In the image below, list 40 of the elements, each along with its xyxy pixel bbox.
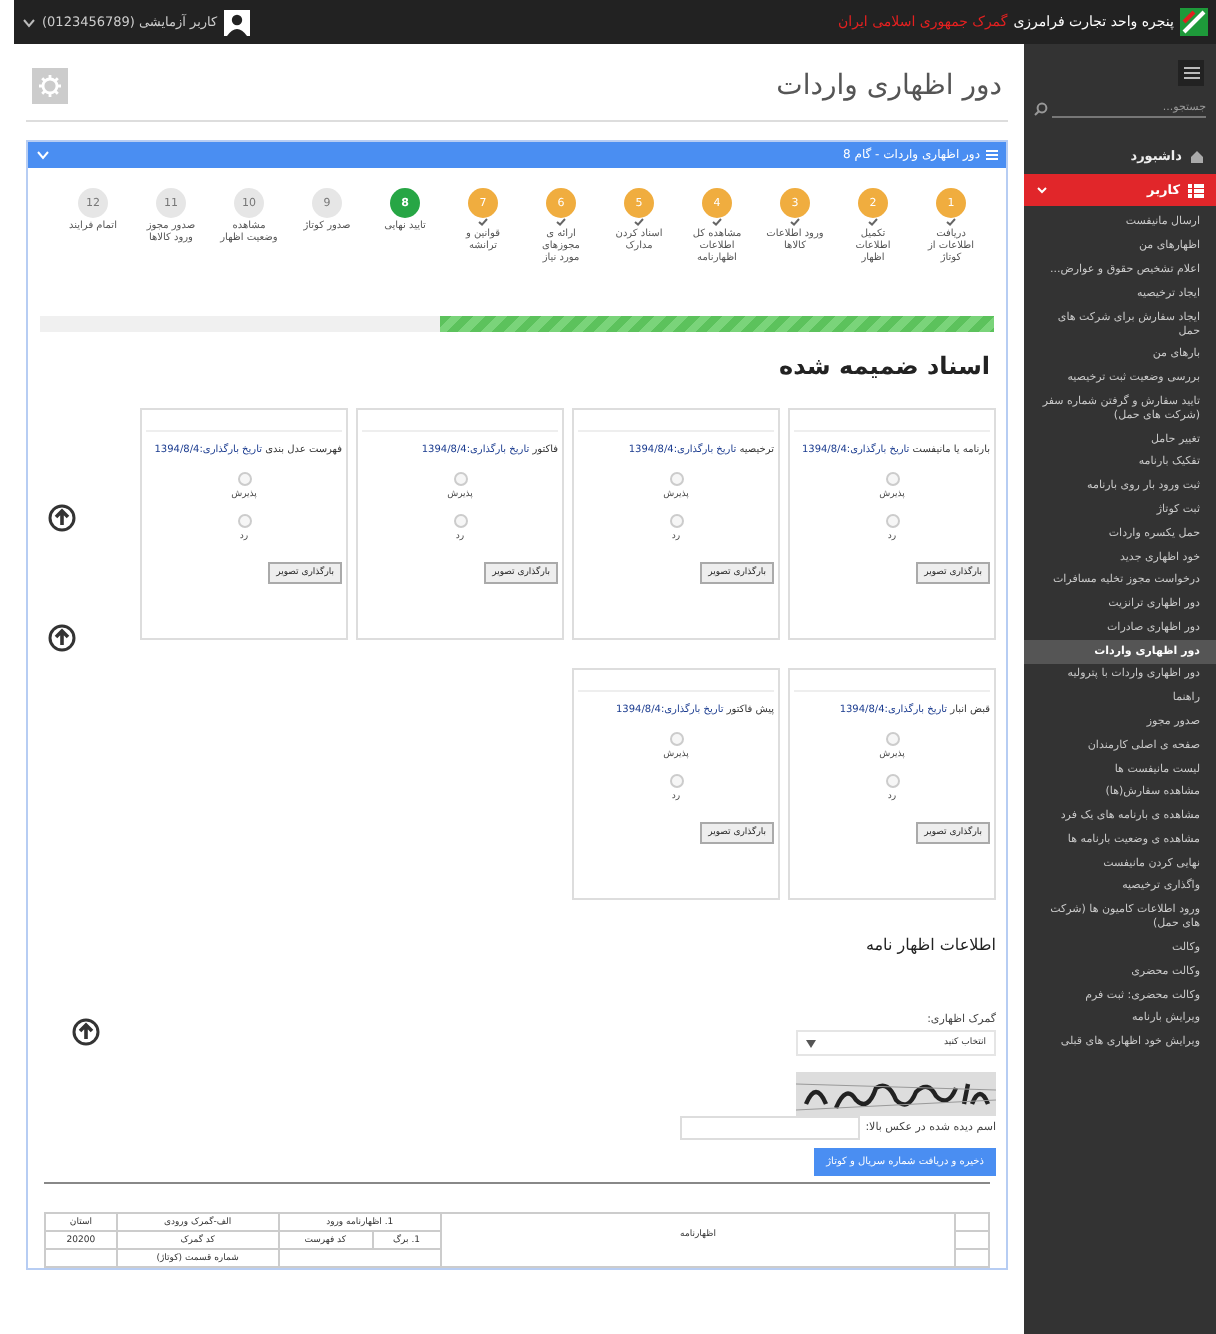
radio-button[interactable] — [237, 471, 251, 485]
menu-icon — [1183, 66, 1199, 80]
radio-button[interactable] — [885, 773, 899, 787]
menu-button[interactable] — [1178, 60, 1204, 86]
radio-button[interactable] — [885, 731, 899, 745]
captcha-input[interactable] — [679, 1116, 860, 1140]
radio-button[interactable] — [669, 731, 683, 745]
radio-button[interactable] — [669, 471, 683, 485]
page-title: دور اظهاری واردات — [776, 70, 1002, 102]
chevron-icon[interactable] — [36, 150, 50, 160]
check-icon — [790, 218, 800, 226]
check-icon — [946, 218, 956, 226]
check-icon — [712, 218, 722, 226]
list-icon — [1188, 183, 1204, 197]
caret-icon — [806, 1039, 816, 1047]
home-icon — [1190, 149, 1204, 163]
radio-button[interactable] — [669, 513, 683, 527]
caret-icon — [1036, 186, 1048, 194]
caret-icon[interactable] — [22, 17, 36, 27]
avatar-icon[interactable] — [223, 9, 250, 35]
section-heading: اطلاعات اظهار نامه — [865, 936, 996, 954]
section-heading: اسناد ضمیمه شده — [776, 352, 990, 380]
radio-button[interactable] — [885, 471, 899, 485]
search-icon — [1034, 101, 1048, 115]
radio-button[interactable] — [453, 513, 467, 527]
scroll-up-icon[interactable] — [48, 624, 76, 652]
check-icon — [556, 218, 566, 226]
radio-button[interactable] — [237, 513, 251, 527]
settings-button[interactable] — [32, 68, 68, 104]
logo-icon — [1180, 8, 1208, 36]
check-icon — [868, 218, 878, 226]
list-icon — [986, 150, 998, 160]
check-icon — [478, 218, 488, 226]
settings-icon — [38, 74, 62, 98]
radio-button[interactable] — [453, 471, 467, 485]
check-icon — [634, 218, 644, 226]
scroll-up-icon[interactable] — [72, 1018, 100, 1046]
scroll-up-icon[interactable] — [48, 504, 76, 532]
radio-button[interactable] — [885, 513, 899, 527]
radio-button[interactable] — [669, 773, 683, 787]
